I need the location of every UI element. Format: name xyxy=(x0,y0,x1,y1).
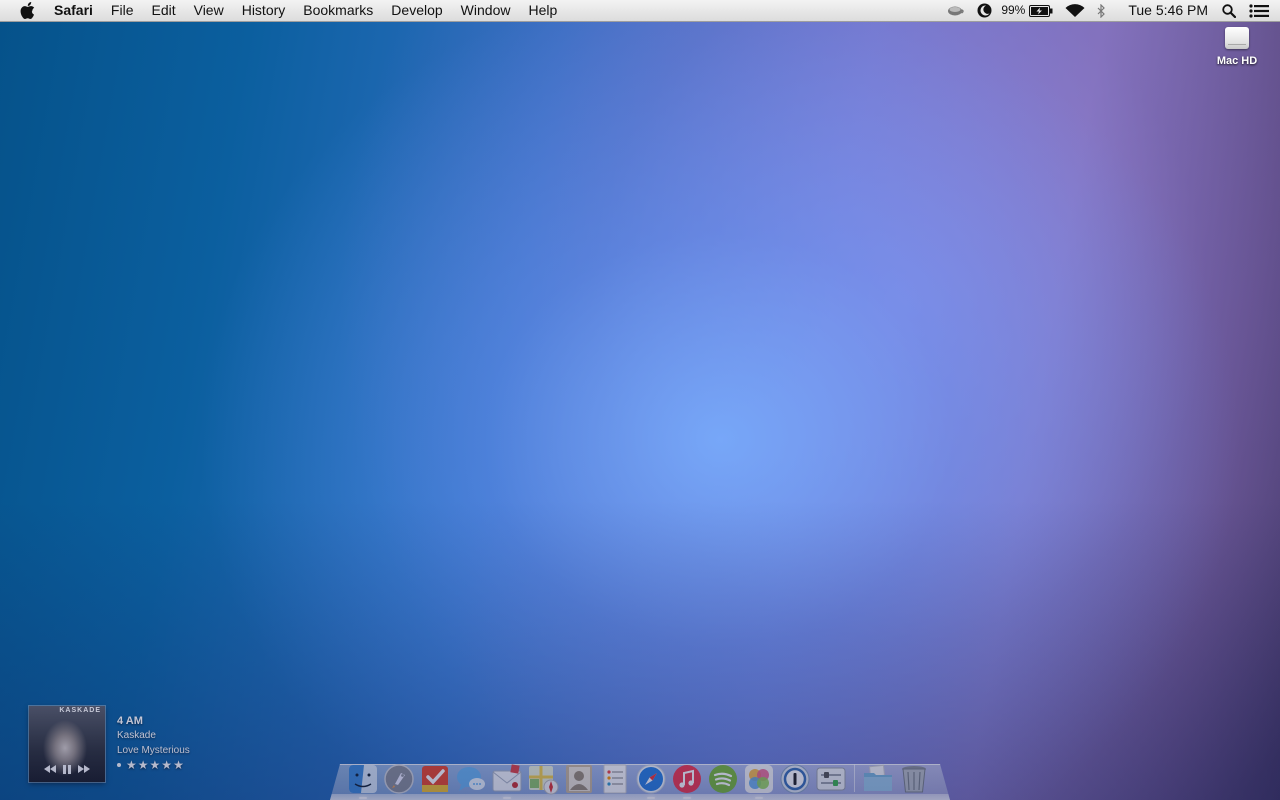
mail-icon xyxy=(492,764,522,792)
reminders-icon xyxy=(603,764,627,794)
1password-icon xyxy=(780,764,810,794)
spotlight-search-icon[interactable] xyxy=(1220,0,1238,21)
menu-help[interactable]: Help xyxy=(519,0,566,21)
running-indicator xyxy=(755,797,763,799)
maps-icon xyxy=(529,766,559,795)
dock-finder[interactable] xyxy=(345,755,381,799)
previous-icon[interactable] xyxy=(44,763,56,775)
menu-file[interactable]: File xyxy=(102,0,143,21)
dock-system-preferences[interactable] xyxy=(813,755,849,795)
hard-drive-icon xyxy=(1225,27,1249,49)
desktop-drive-mac-hd[interactable]: Mac HD xyxy=(1207,27,1267,67)
menu-bar: Safari File Edit View History Bookmarks … xyxy=(0,0,1280,22)
battery-percent: 99% xyxy=(1001,3,1026,17)
now-playing-widget: KASKADE 4 AM Kaskade Love Mysterious ★ ★… xyxy=(29,706,229,782)
bluetooth-icon[interactable] xyxy=(1094,0,1108,21)
rating-star[interactable]: ★ xyxy=(150,759,161,771)
coffee-cup-icon[interactable] xyxy=(945,0,967,21)
track-title: 4 AM xyxy=(117,715,143,727)
menu-clock[interactable]: Tue 5:46 PM xyxy=(1128,0,1208,21)
dock-safari[interactable] xyxy=(633,755,669,799)
menu-bookmarks[interactable]: Bookmarks xyxy=(294,0,382,21)
dock-photos[interactable] xyxy=(741,755,777,799)
battery-charging-icon[interactable] xyxy=(1028,0,1054,21)
moon-icon[interactable] xyxy=(975,0,993,21)
track-album: Love Mysterious xyxy=(117,745,190,756)
running-indicator xyxy=(683,797,691,799)
launchpad-icon xyxy=(384,764,414,794)
dock-wunderlist[interactable] xyxy=(417,755,453,795)
folder-icon xyxy=(864,764,892,791)
rating-clear-dot[interactable] xyxy=(117,763,121,767)
dock-1password[interactable] xyxy=(777,755,813,795)
apple-icon[interactable] xyxy=(19,2,35,19)
running-indicator xyxy=(359,797,367,799)
menu-edit[interactable]: Edit xyxy=(142,0,184,21)
dock-folder-stack[interactable] xyxy=(860,755,896,795)
notification-center-icon[interactable] xyxy=(1248,0,1270,21)
messages-icon xyxy=(457,767,485,791)
menu-app-safari[interactable]: Safari xyxy=(46,0,102,21)
finder-icon xyxy=(349,765,377,793)
photos-icon xyxy=(745,765,773,793)
drive-label: Mac HD xyxy=(1216,55,1258,67)
dock-mail[interactable] xyxy=(489,755,525,799)
rating-star[interactable]: ★ xyxy=(138,759,149,771)
album-cover[interactable]: KASKADE xyxy=(29,706,105,782)
dock-spotify[interactable] xyxy=(705,755,741,795)
dock-trash[interactable] xyxy=(896,755,932,795)
spotify-icon xyxy=(709,765,737,793)
rating-star[interactable]: ★ xyxy=(126,759,137,771)
pause-icon[interactable] xyxy=(61,763,73,775)
track-artist: Kaskade xyxy=(117,730,156,741)
itunes-icon xyxy=(673,765,701,793)
dock xyxy=(345,755,932,799)
system-preferences-icon xyxy=(816,767,846,791)
track-rating[interactable]: ★ ★ ★ ★ ★ xyxy=(117,758,190,772)
wunderlist-icon xyxy=(422,766,448,792)
menu-view[interactable]: View xyxy=(185,0,233,21)
dock-separator xyxy=(854,764,855,792)
running-indicator xyxy=(503,797,511,799)
dock-itunes[interactable] xyxy=(669,755,705,799)
album-cover-brand: KASKADE xyxy=(59,707,101,714)
status-area: 99% Tue 5:46 PM xyxy=(945,0,1280,21)
dock-messages[interactable] xyxy=(453,755,489,795)
safari-icon xyxy=(636,764,666,794)
dock-contacts[interactable] xyxy=(561,755,597,795)
menu-history[interactable]: History xyxy=(233,0,295,21)
trash-icon xyxy=(902,766,926,793)
desktop[interactable]: Safari File Edit View History Bookmarks … xyxy=(0,0,1280,800)
next-icon[interactable] xyxy=(78,763,90,775)
running-indicator xyxy=(647,797,655,799)
menu-develop[interactable]: Develop xyxy=(382,0,451,21)
dock-maps[interactable] xyxy=(525,755,561,795)
contacts-icon xyxy=(566,765,592,793)
rating-star[interactable]: ★ xyxy=(173,759,184,771)
wifi-icon[interactable] xyxy=(1064,0,1086,21)
menu-window[interactable]: Window xyxy=(452,0,520,21)
dock-launchpad[interactable] xyxy=(381,755,417,795)
track-info: 4 AM Kaskade Love Mysterious ★ ★ ★ ★ ★ xyxy=(117,715,190,772)
playback-controls xyxy=(29,763,105,775)
rating-star[interactable]: ★ xyxy=(161,759,172,771)
dock-reminders[interactable] xyxy=(597,755,633,795)
